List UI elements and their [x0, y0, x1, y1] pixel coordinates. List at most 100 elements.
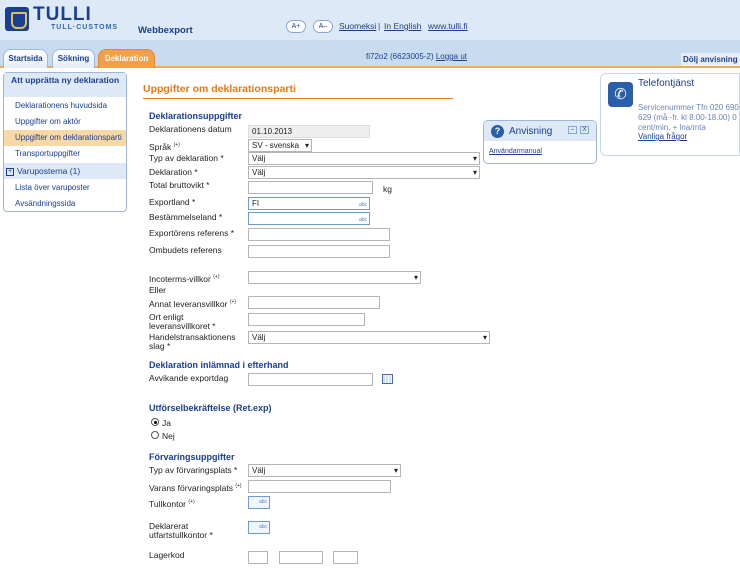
lagerkod-input-3[interactable]	[333, 551, 358, 564]
abc-icon: abc	[258, 499, 267, 505]
tulli-crest-icon	[5, 7, 29, 31]
faq-link[interactable]: Vanliga frågor	[638, 132, 687, 141]
optional-marker: (+)	[188, 499, 195, 505]
avvik-input[interactable]	[248, 373, 373, 386]
sidebar-item-transport[interactable]: Transportuppgifter	[4, 146, 126, 162]
abc-icon: abc	[358, 202, 367, 208]
handel-label: Handelstransaktionens slag *	[149, 332, 236, 351]
radio-nej[interactable]	[151, 431, 159, 439]
phone-service-text: Servicenummer Tfn 020 690 629 (må -fr. k…	[638, 103, 739, 132]
link-separator: |	[378, 21, 381, 31]
avvik-label: Avvikande exportdag	[149, 373, 229, 383]
header-bar: TULLI TULL·CUSTOMS Webbexport A+ A– Suom…	[0, 0, 740, 40]
section-efterhand: Deklaration inlämnad i efterhand	[149, 360, 289, 370]
section-utforsel: Utförselbekräftelse (Ret.exp)	[149, 403, 272, 413]
help-panel: ? Anvisning – X Användarmanual	[483, 120, 597, 164]
user-info: fi72o2 (6623005-2) Logga ut	[366, 52, 467, 61]
ort-input[interactable]	[248, 313, 365, 326]
section-forvaring: Förvaringsuppgifter	[149, 452, 235, 462]
tulli-website-link[interactable]: www.tulli.fi	[428, 21, 468, 31]
tab-bar: Startsida Sökning Deklaration fi72o2 (66…	[0, 40, 740, 68]
optional-marker: (+)	[229, 299, 237, 305]
lagerkod-input-2[interactable]	[279, 551, 323, 564]
sidebar-item-lista[interactable]: Lista över varuposter	[4, 180, 126, 196]
tab-deklaration[interactable]: Deklaration	[98, 49, 155, 68]
tab-sokning[interactable]: Sökning	[52, 49, 95, 68]
font-increase-button[interactable]: A+	[286, 20, 306, 33]
ombud-label: Ombudets referens	[149, 245, 222, 255]
logout-link[interactable]: Logga ut	[436, 52, 467, 61]
sidebar-item-deklarationsparti[interactable]: Uppgifter om deklarationsparti	[4, 130, 126, 146]
language-english-link[interactable]: In English	[384, 21, 421, 31]
expand-plus-icon[interactable]: +	[6, 167, 14, 176]
incoterms-select[interactable]	[248, 271, 421, 284]
brutto-label: Total bruttovikt *	[149, 180, 210, 190]
typ-label: Typ av deklaration *	[149, 153, 224, 163]
abc-icon: abc	[358, 217, 367, 223]
radio-ja[interactable]	[151, 418, 159, 426]
font-decrease-button[interactable]: A–	[313, 20, 333, 33]
exportland-value: FI	[252, 199, 260, 208]
typ-select[interactable]: Välj	[248, 152, 480, 165]
ort-label: Ort enligt leveransvillkoret *	[149, 312, 216, 331]
sidebar-heading: Att upprätta ny deklaration	[4, 73, 126, 97]
deklaration-label: Deklaration *	[149, 167, 198, 177]
brutto-input[interactable]	[248, 181, 373, 194]
sidebar: Att upprätta ny deklaration Deklaratione…	[3, 72, 127, 212]
kg-unit: kg	[383, 184, 392, 194]
phone-panel: ✆ Telefontjänst Servicenummer Tfn 020 69…	[600, 73, 740, 156]
minimize-button[interactable]: –	[568, 126, 577, 134]
sprak-label: Språk (+)	[149, 141, 180, 152]
user-id: fi72o2 (6623005-2)	[366, 52, 434, 61]
eller-label: Eller	[149, 285, 167, 295]
sidebar-item-huvudsida[interactable]: Deklarationens huvudsida	[4, 98, 126, 114]
exportland-label: Exportland *	[149, 197, 196, 207]
phone-title: Telefontjänst	[638, 78, 695, 89]
datum-label: Deklarationens datum	[149, 124, 232, 134]
help-title: Anvisning	[509, 126, 553, 137]
forvar-typ-select[interactable]: Välj	[248, 464, 401, 477]
page-title: Uppgifter om deklarationsparti	[143, 83, 296, 95]
optional-marker: (+)	[173, 142, 180, 148]
abc-icon: abc	[258, 524, 267, 530]
varans-input[interactable]	[248, 480, 391, 493]
exportor-label: Exportörens referens *	[149, 228, 235, 238]
handel-select[interactable]: Välj	[248, 331, 490, 344]
phone-icon: ✆	[608, 82, 633, 107]
deklarerat-input[interactable]: abc	[248, 521, 270, 534]
app-name: Webbexport	[138, 25, 193, 36]
sidebar-item-label: Varuposterna (1)	[17, 166, 81, 176]
exportland-input[interactable]: FI abc	[248, 197, 370, 210]
annat-input[interactable]	[248, 296, 380, 309]
tab-startsida[interactable]: Startsida	[3, 49, 48, 68]
varans-label: Varans förvaringsplats (+)	[149, 482, 242, 493]
logo-subtitle: TULL·CUSTOMS	[51, 24, 119, 31]
sidebar-item-avsandning[interactable]: Avsändningssida	[4, 196, 126, 212]
close-button[interactable]: X	[580, 126, 589, 134]
user-manual-link[interactable]: Användarmanual	[489, 148, 542, 155]
title-divider	[143, 98, 453, 99]
bestamm-input[interactable]: abc	[248, 212, 370, 225]
hide-help-button[interactable]: Dölj anvisning	[681, 53, 740, 66]
datum-field: 01.10.2013	[248, 125, 370, 138]
ombud-input[interactable]	[248, 245, 390, 258]
lagerkod-input-1[interactable]	[248, 551, 268, 564]
sprak-select[interactable]: SV - svenska	[248, 139, 312, 152]
exportor-input[interactable]	[248, 228, 390, 241]
sidebar-item-aktor[interactable]: Uppgifter om aktör	[4, 114, 126, 130]
forvar-typ-label: Typ av förvaringsplats *	[149, 465, 238, 475]
deklarerat-label: Deklarerat utfartstullkontor *	[149, 521, 213, 540]
annat-label: Annat leveransvillkor (+)	[149, 298, 237, 309]
optional-marker: (+)	[213, 274, 220, 280]
bestamm-label: Bestämmelseland *	[149, 212, 223, 222]
lagerkod-label: Lagerkod	[149, 550, 185, 560]
incoterms-label: Incoterms-villkor (+)	[149, 273, 220, 284]
calendar-icon[interactable]	[382, 374, 393, 384]
logo-text: TULLI	[33, 4, 92, 25]
radio-nej-label: Nej	[162, 431, 175, 441]
language-finnish-link[interactable]: Suomeksi	[339, 21, 376, 31]
deklaration-select[interactable]: Välj	[248, 166, 480, 179]
help-header: ? Anvisning – X	[484, 121, 596, 141]
sidebar-item-varuposterna[interactable]: + Varuposterna (1)	[4, 163, 126, 179]
tullkontor-input[interactable]: abc	[248, 496, 270, 509]
